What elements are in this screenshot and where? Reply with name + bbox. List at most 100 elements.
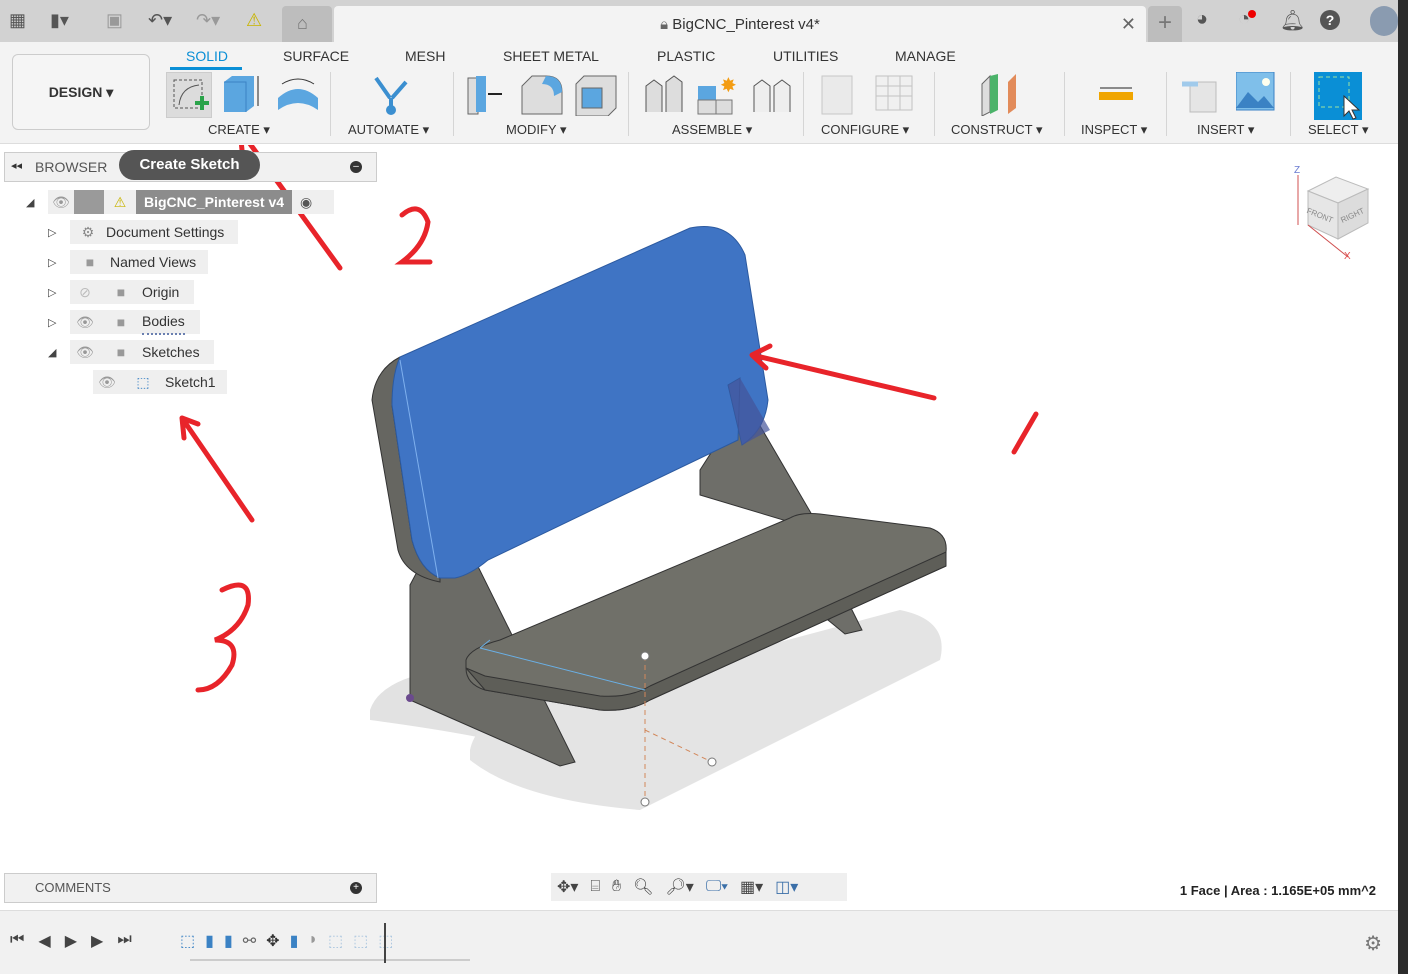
fit-icon[interactable]: 🔎︎▾ [665, 877, 693, 897]
expand-triangle[interactable]: ▷ [48, 286, 56, 299]
collapse-triangle[interactable]: ◢ [26, 196, 34, 209]
3d-viewport[interactable] [0, 145, 1398, 870]
close-icon[interactable]: ✕ [1121, 14, 1136, 35]
redo-icon[interactable]: ↷▾ [196, 10, 220, 31]
eye-icon[interactable]: 👁︎ [93, 370, 121, 394]
grid-settings-icon[interactable]: ▦▾ [740, 877, 763, 897]
timeline-sketch-icon[interactable]: ⬚ [180, 931, 195, 951]
tab-plastic[interactable]: PLASTIC [657, 48, 715, 64]
insert-canvas-icon[interactable] [1235, 71, 1276, 116]
expand-triangle[interactable]: ▷ [48, 226, 56, 239]
joint-icon[interactable] [642, 72, 683, 116]
browser-item-origin[interactable]: ⊘ ■ Origin [70, 280, 194, 304]
eye-icon[interactable]: 👁︎ [70, 340, 100, 364]
expand-triangle[interactable]: ▷ [48, 256, 56, 269]
expand-triangle[interactable]: ▷ [48, 316, 56, 329]
new-component-icon[interactable]: ✸ [696, 72, 737, 116]
item-label: Origin [142, 284, 180, 300]
warning-icon[interactable]: ⚠ [246, 10, 262, 31]
pan-icon[interactable]: ✋︎ [612, 878, 621, 896]
orbit-icon[interactable]: ✥▾ [557, 877, 578, 897]
workspace-switcher[interactable]: DESIGN ▾ [12, 54, 150, 130]
go-to-start-icon[interactable]: ⏮ [10, 931, 24, 951]
eye-hidden-icon[interactable]: ⊘ [70, 280, 100, 304]
go-to-end-icon[interactable]: ⏭ [117, 931, 131, 951]
browser-item-bodies[interactable]: 👁︎ ■ Bodies [70, 310, 200, 335]
fillet-icon[interactable] [520, 72, 563, 116]
document-tab[interactable]: 🔒︎ BigCNC_Pinterest v4* ✕ [334, 6, 1146, 42]
tab-surface[interactable]: SURFACE [283, 48, 349, 64]
configure-icon[interactable] [820, 72, 860, 116]
insert-derive-icon[interactable] [1182, 72, 1222, 116]
insert-menu[interactable]: INSERT ▾ [1197, 122, 1254, 138]
browser-item-sketches[interactable]: 👁︎ ■ Sketches [70, 340, 214, 364]
create-menu[interactable]: CREATE ▾ [208, 122, 270, 138]
gear-icon[interactable]: ⚙ [1364, 931, 1382, 956]
timeline-joint-icon[interactable]: ⚯ [243, 931, 256, 951]
select-menu[interactable]: SELECT ▾ [1308, 122, 1368, 138]
create-sketch-icon[interactable] [166, 72, 212, 118]
eye-icon[interactable]: 👁︎ [70, 310, 100, 334]
browser-root[interactable]: 👁︎ ⚠ BigCNC_Pinterest v4 ◉ [48, 190, 334, 214]
inspect-menu[interactable]: INSPECT ▾ [1081, 122, 1147, 138]
shell-icon[interactable] [574, 72, 617, 117]
tab-mesh[interactable]: MESH [405, 48, 445, 64]
plus-icon[interactable]: + [1148, 6, 1182, 42]
play-icon[interactable]: ▶ [65, 931, 77, 951]
tab-manage[interactable]: MANAGE [895, 48, 956, 64]
timeline-extrude-icon[interactable]: ▮ [205, 931, 214, 951]
timeline-fillet-icon[interactable]: ◗ [308, 931, 318, 951]
zoom-icon[interactable]: 🔍︎ [633, 877, 653, 897]
tab-utilities[interactable]: UTILITIES [773, 48, 838, 64]
configuration-table-icon[interactable] [874, 72, 914, 116]
tab-sheet-metal[interactable]: SHEET METAL [503, 48, 599, 64]
activate-radio-icon[interactable]: ◉ [300, 190, 312, 214]
eye-icon[interactable]: 👁︎ [48, 190, 74, 214]
modify-menu[interactable]: MODIFY ▾ [506, 122, 566, 138]
help-icon[interactable]: ? [1320, 10, 1340, 30]
construct-plane-icon[interactable] [978, 72, 1018, 117]
extensions-icon[interactable]: ◕ [1196, 8, 1208, 31]
file-icon[interactable]: ▮▾ [50, 10, 69, 31]
viewports-icon[interactable]: ◫▾ [775, 877, 798, 897]
automate-menu[interactable]: AUTOMATE ▾ [348, 122, 429, 138]
tab-solid[interactable]: SOLID [186, 48, 228, 64]
measure-icon[interactable] [1096, 72, 1136, 116]
collapse-browser-icon[interactable]: ◂◂ [11, 159, 22, 172]
home-tab[interactable]: ⌂ [282, 6, 332, 42]
timeline-sketch-icon[interactable]: ⬚ [353, 931, 368, 951]
comments-panel[interactable]: COMMENTS + [4, 873, 377, 903]
step-forward-icon[interactable]: ▶ [91, 931, 103, 951]
automate-icon[interactable] [370, 72, 410, 116]
add-comment-icon[interactable]: + [350, 882, 362, 894]
browser-item-named-views[interactable]: ■ Named Views [70, 250, 208, 274]
configure-menu[interactable]: CONFIGURE ▾ [821, 122, 909, 138]
bell-icon[interactable]: 🔔︎ [1280, 8, 1305, 33]
as-built-joint-icon[interactable] [750, 72, 791, 116]
grid-icon[interactable]: ▦ [9, 10, 26, 31]
view-cube[interactable]: Z X FRONT RIGHT [1290, 165, 1380, 265]
avatar[interactable] [1370, 6, 1398, 36]
timeline-sketch-icon[interactable]: ⬚ [328, 931, 343, 951]
collapse-triangle[interactable]: ◢ [48, 346, 56, 359]
browser-item-sketch1[interactable]: 👁︎ ⬚ Sketch1 [93, 370, 227, 394]
timeline-marker[interactable] [384, 923, 386, 963]
select-icon[interactable] [1314, 72, 1362, 120]
press-pull-icon[interactable] [466, 72, 506, 116]
timeline-extrude-icon[interactable]: ▮ [290, 931, 299, 951]
look-at-icon[interactable]: ⌸ [590, 878, 600, 896]
job-status-icon[interactable]: ◔ [1238, 8, 1256, 31]
assemble-menu[interactable]: ASSEMBLE ▾ [672, 122, 752, 138]
save-icon[interactable]: ▣ [106, 10, 123, 31]
step-back-icon[interactable]: ◀ [38, 931, 50, 951]
browser-item-document-settings[interactable]: ⚙ Document Settings [70, 220, 238, 244]
timeline-extrude-icon[interactable]: ▮ [224, 931, 233, 951]
revolve-icon[interactable] [276, 72, 318, 116]
construct-menu[interactable]: CONSTRUCT ▾ [951, 122, 1043, 138]
undo-icon[interactable]: ↶▾ [148, 10, 172, 31]
timeline-move-icon[interactable]: ✥ [266, 931, 279, 951]
minus-icon[interactable]: – [350, 161, 362, 173]
display-settings-icon[interactable]: 🖵▾ [706, 878, 728, 896]
extrude-icon[interactable] [222, 72, 262, 116]
browser-title: BROWSER [35, 159, 108, 175]
